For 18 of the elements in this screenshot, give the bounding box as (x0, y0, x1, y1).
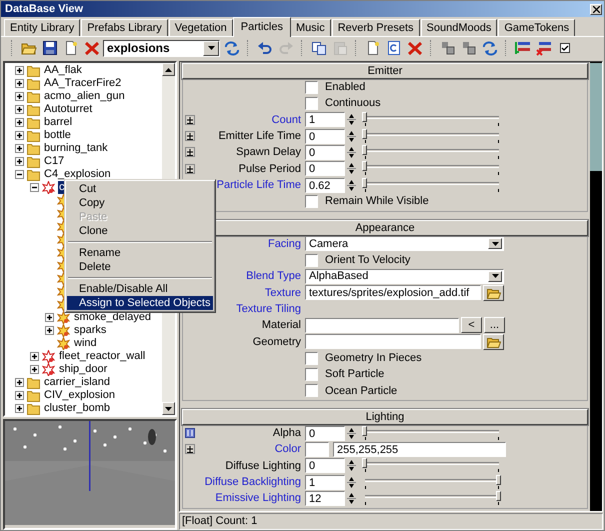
property-label: Alpha (272, 427, 301, 440)
property-label: Pulse Period (238, 162, 301, 175)
property-label: Facing (268, 238, 301, 250)
status-bar: [Float] Count: 1 (179, 513, 603, 530)
property-label: Particle Life Time (216, 179, 301, 192)
property-label: Diffuse Backlighting (204, 476, 301, 488)
property-label: Blend Type (246, 270, 301, 282)
property-label: Emitter Life Time (218, 130, 301, 142)
window-title: DataBase View (5, 3, 84, 15)
property-label: Count (272, 114, 301, 126)
property-label: Material (262, 319, 301, 332)
property-label: Texture (264, 286, 301, 299)
property-label: Emissive Lighting (215, 492, 301, 504)
property-label: Diffuse Lighting (225, 460, 301, 472)
property-label: Spawn Delay (236, 146, 301, 158)
property-label: Texture Tiling (236, 303, 301, 316)
property-label: Geometry (252, 336, 301, 348)
property-label: Color (274, 443, 301, 456)
